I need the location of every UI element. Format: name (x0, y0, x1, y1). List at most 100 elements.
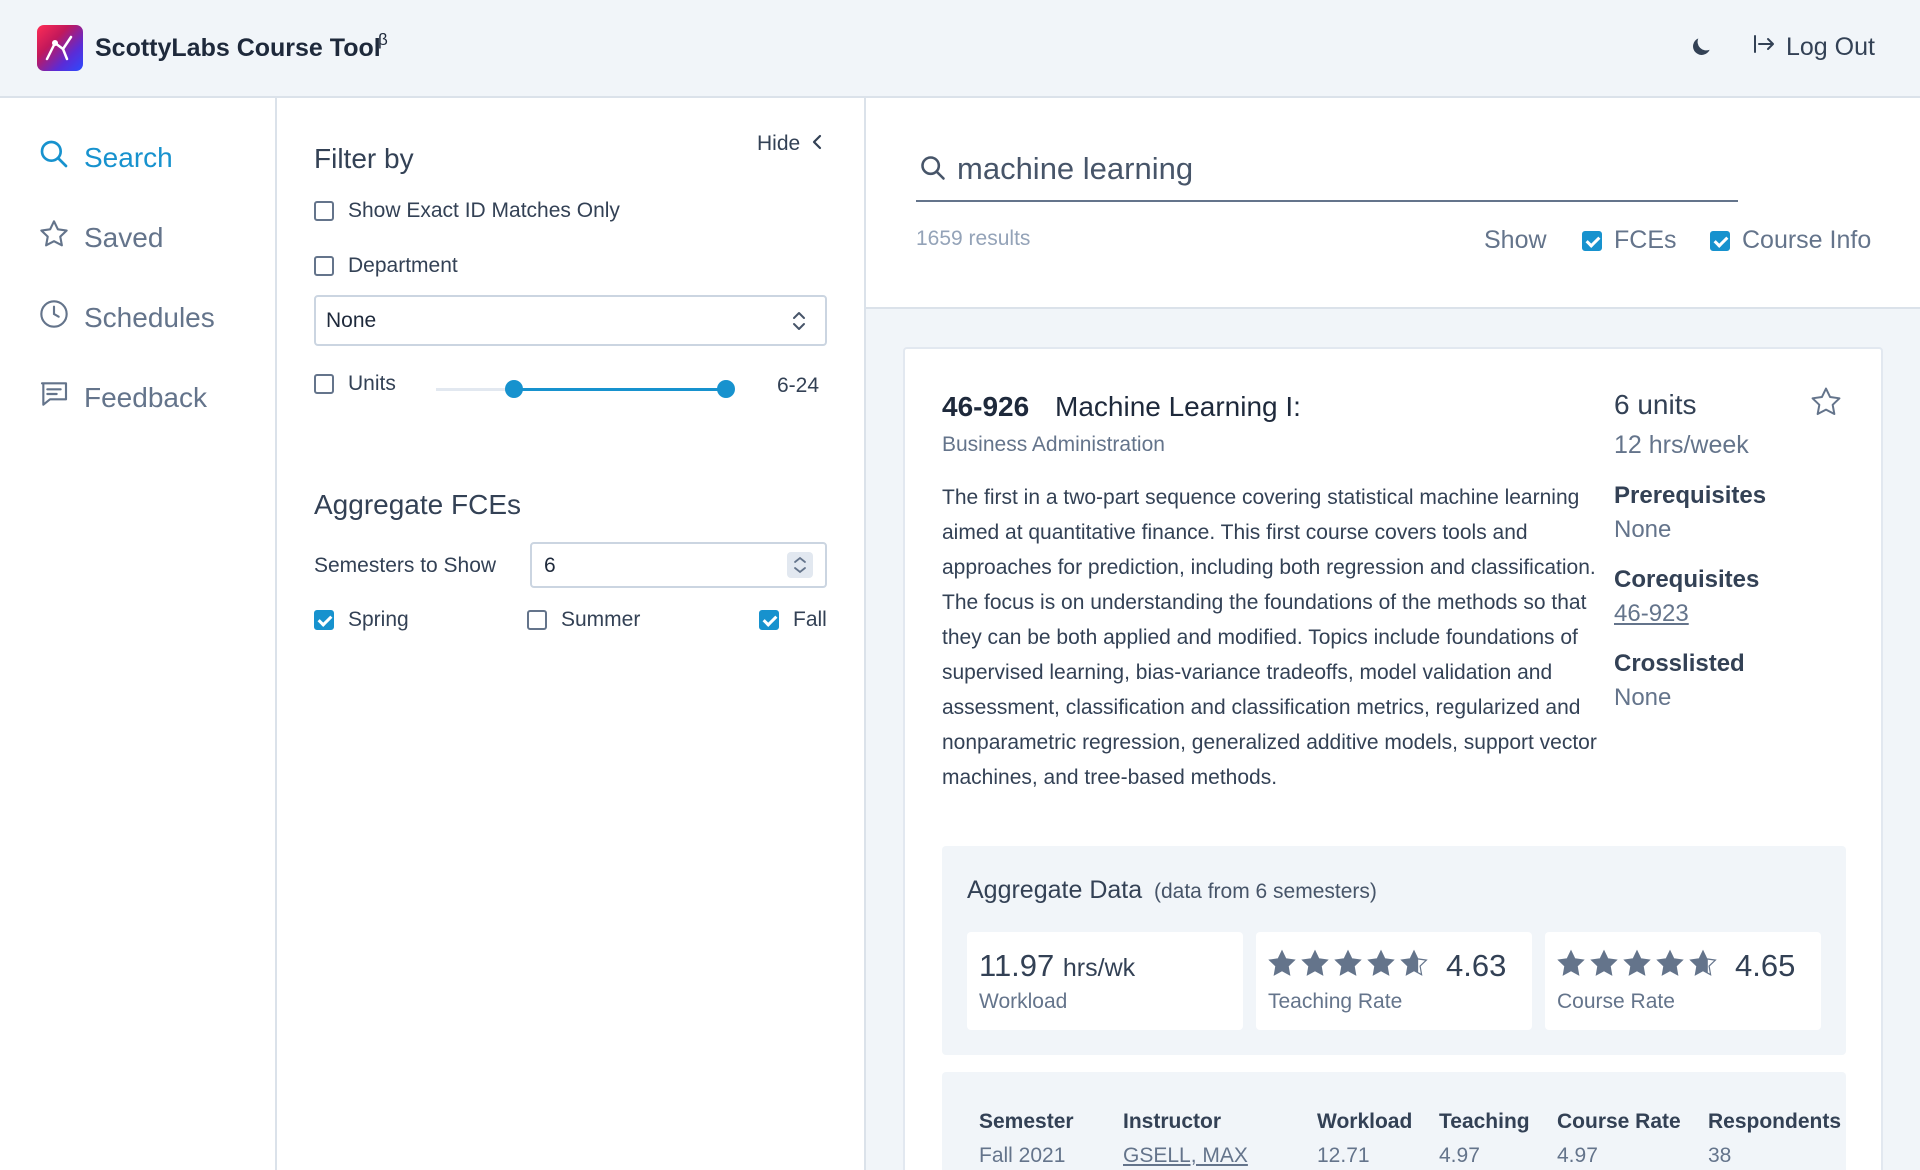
filter-panel: Filter by Hide Show Exact ID Matches Onl… (277, 98, 866, 1170)
rating-star-icon (1656, 949, 1684, 976)
beta-badge: β (378, 30, 388, 49)
semesters-input-value: 6 (544, 554, 556, 577)
chevron-left-icon (810, 132, 824, 156)
show-course-info-label: Course Info (1742, 226, 1872, 254)
fce-table: Semester Instructor Workload Teaching Co… (942, 1072, 1846, 1170)
hide-label: Hide (757, 132, 801, 155)
rating-star-icon (1367, 949, 1395, 976)
col-header-respondents: Respondents (1708, 1110, 1842, 1133)
course-department: Business Administration (942, 433, 1165, 456)
sidebar-item-label: Search (84, 141, 173, 173)
semesters-input[interactable]: 6 (530, 542, 827, 588)
app-logo[interactable] (37, 25, 83, 71)
sidebar-item-label: Saved (84, 221, 164, 253)
sidebar-item-search[interactable]: Search (38, 138, 173, 177)
course-name[interactable]: Machine Learning I: (1055, 391, 1301, 423)
department-checkbox[interactable] (314, 256, 334, 276)
units-checkbox[interactable] (314, 374, 334, 394)
star-icon (38, 218, 70, 257)
course-rate-value: 4.65 (1735, 948, 1796, 983)
units-slider-max-handle[interactable] (717, 380, 735, 398)
col-header-course-rate: Course Rate (1557, 1110, 1681, 1133)
exact-id-label: Show Exact ID Matches Only (348, 199, 620, 222)
spring-option: Spring (314, 608, 409, 632)
course-units: 6 units (1614, 389, 1697, 420)
units-slider-min-handle[interactable] (505, 380, 523, 398)
search-icon (919, 154, 947, 187)
course-id[interactable]: 46-926 (942, 391, 1029, 423)
logout-label: Log Out (1786, 33, 1875, 61)
course-hours: 12 hrs/week (1614, 431, 1749, 459)
moon-icon[interactable] (1688, 34, 1714, 65)
aggregate-fces-title: Aggregate FCEs (314, 489, 521, 520)
aggregate-data-subtitle: (data from 6 semesters) (1154, 880, 1377, 903)
department-select-value: None (326, 309, 377, 332)
units-label: Units (348, 372, 396, 395)
cell-instructor-link[interactable]: GSELL, MAX (1123, 1144, 1248, 1168)
teaching-rate-label: Teaching Rate (1268, 990, 1403, 1013)
units-range-value: 6-24 (777, 374, 820, 397)
summer-option: Summer (527, 608, 640, 632)
spring-checkbox[interactable] (314, 610, 334, 630)
cell-course-rate: 4.97 (1557, 1144, 1598, 1167)
teaching-rate-value: 4.63 (1446, 948, 1507, 983)
units-option: Units (314, 372, 396, 396)
sidebar-item-feedback[interactable]: Feedback (38, 378, 207, 417)
course-rate-label: Course Rate (1557, 990, 1675, 1013)
summer-checkbox[interactable] (527, 610, 547, 630)
cell-respondents: 38 (1708, 1144, 1732, 1167)
corequisite-link[interactable]: 46-923 (1614, 600, 1834, 628)
show-course-info-checkbox[interactable] (1710, 230, 1730, 251)
rating-star-icon (1689, 949, 1717, 976)
sidebar-item-label: Schedules (84, 301, 215, 333)
rating-star-icon (1400, 949, 1428, 976)
fall-checkbox[interactable] (759, 610, 779, 630)
logout-button[interactable]: Log Out (1752, 32, 1875, 63)
department-label: Department (348, 254, 458, 277)
department-select[interactable]: None (314, 295, 827, 346)
exact-id-checkbox[interactable] (314, 201, 334, 221)
course-rate-stat: 4.65 Course Rate (1545, 932, 1821, 1030)
filter-title: Filter by (314, 143, 414, 174)
prerequisites-value: None (1614, 516, 1672, 543)
aggregate-data-box: Aggregate Data (data from 6 semesters) 1… (942, 846, 1846, 1055)
chevron-updown-icon (791, 309, 807, 339)
search-icon (38, 138, 70, 177)
rating-star-icon (1301, 949, 1329, 976)
logout-icon (1752, 32, 1776, 63)
sidebar-item-saved[interactable]: Saved (38, 218, 163, 257)
fall-label: Fall (793, 608, 827, 631)
col-header-semester: Semester (979, 1110, 1074, 1133)
teaching-rate-stat: 4.63 Teaching Rate (1256, 932, 1532, 1030)
cell-semester: Fall 2021 (979, 1144, 1066, 1167)
workload-stat-label: Workload (979, 990, 1068, 1013)
crosslisted-title: Crosslisted (1614, 650, 1745, 677)
show-fces-label: FCEs (1614, 226, 1677, 254)
rating-star-icon (1334, 949, 1362, 976)
aggregate-data-title: Aggregate Data (967, 876, 1143, 904)
show-label: Show (1484, 226, 1547, 254)
sidebar-item-schedules[interactable]: Schedules (38, 298, 215, 337)
search-query: machine learning (957, 151, 1194, 186)
show-fces-checkbox[interactable] (1582, 230, 1602, 251)
app-title: ScottyLabs Course Tool (95, 34, 381, 62)
course-side-info: 6 units 12 hrs/week Prerequisites None C… (1614, 389, 1834, 712)
search-input[interactable]: machine learning (916, 138, 1738, 202)
units-slider-fill (514, 388, 726, 391)
course-stars (1555, 948, 1730, 985)
app-header: ScottyLabs Course Tool β Log Out (0, 0, 1920, 98)
workload-stat-value: 11.97 hrs/wk (979, 948, 1135, 984)
stepper-icon[interactable] (787, 552, 813, 578)
col-header-teaching: Teaching (1439, 1110, 1530, 1133)
rating-star-icon (1557, 949, 1585, 976)
fall-option: Fall (759, 608, 827, 632)
summer-label: Summer (561, 608, 641, 631)
rating-star-icon (1268, 949, 1296, 976)
cell-teaching: 4.97 (1439, 1144, 1480, 1167)
prerequisites-title: Prerequisites (1614, 482, 1767, 509)
col-header-workload: Workload (1317, 1110, 1413, 1133)
workload-unit: hrs/wk (1062, 954, 1136, 982)
hide-filters-button[interactable]: Hide (757, 132, 824, 156)
rating-star-icon (1623, 949, 1651, 976)
search-bar: machine learning 1659 results Show FCEs … (866, 98, 1920, 309)
